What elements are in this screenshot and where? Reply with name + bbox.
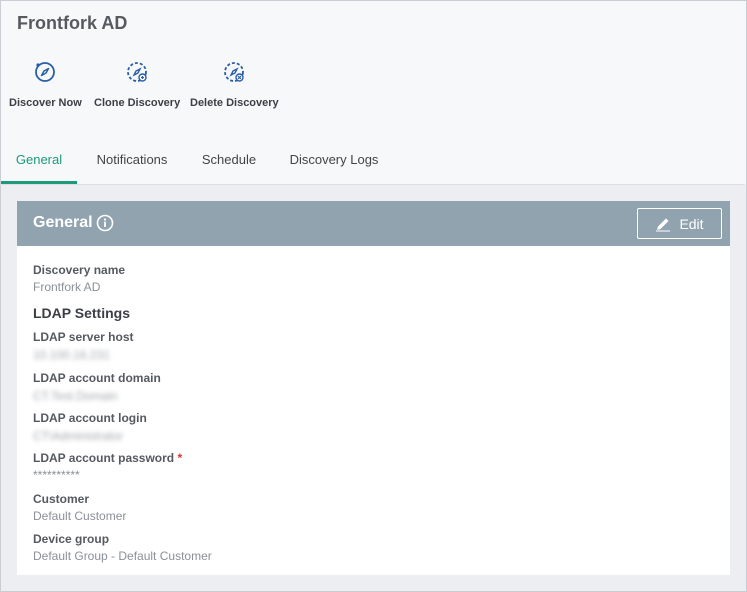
ldap-server-host-value: 10.100.16.231 xyxy=(33,348,110,362)
clone-discovery-icon xyxy=(127,62,147,82)
device-group-value: Default Group - Default Customer xyxy=(33,549,212,563)
discover-now-button[interactable]: Discover Now xyxy=(9,58,82,109)
ldap-account-password-value: ********** xyxy=(33,468,80,482)
discovery-name-label: Discovery name xyxy=(33,263,126,277)
toolbar: Discover Now Clone Discovery Delete Disc… xyxy=(0,58,747,118)
ldap-account-domain-value: CT.Test.Domain xyxy=(33,389,118,403)
info-icon[interactable] xyxy=(96,214,114,232)
page-title: Frontfork AD xyxy=(17,13,128,33)
ldap-settings-heading: LDAP Settings xyxy=(33,305,130,321)
edit-button[interactable]: Edit xyxy=(637,208,722,239)
compass-icon xyxy=(35,62,56,82)
required-marker: * xyxy=(177,451,183,465)
delete-discovery-button[interactable]: Delete Discovery xyxy=(190,58,279,109)
tab-discovery-logs[interactable]: Discovery Logs xyxy=(282,140,386,184)
ldap-server-host-label: LDAP server host xyxy=(33,330,134,344)
clone-discovery-label: Clone Discovery xyxy=(94,97,181,109)
ldap-account-login-label: LDAP account login xyxy=(33,411,147,425)
ldap-account-login-value: CT\Administrator xyxy=(33,429,124,443)
ldap-account-password-label: LDAP account password * xyxy=(33,451,182,465)
discovery-name-value: Frontfork AD xyxy=(33,280,101,294)
device-group-label: Device group xyxy=(33,532,110,546)
discover-now-label: Discover Now xyxy=(9,97,82,109)
delete-discovery-label: Delete Discovery xyxy=(190,97,279,109)
ldap-account-domain-label: LDAP account domain xyxy=(33,371,161,385)
tab-bar: General Notifications Schedule Discovery… xyxy=(0,140,745,185)
panel-header: General Edit xyxy=(17,201,730,246)
customer-label: Customer xyxy=(33,492,90,506)
tab-general[interactable]: General xyxy=(1,140,77,184)
tab-schedule[interactable]: Schedule xyxy=(194,140,264,184)
tab-notifications[interactable]: Notifications xyxy=(88,140,176,184)
delete-discovery-icon xyxy=(224,62,245,82)
customer-value: Default Customer xyxy=(33,509,127,523)
edit-label: Edit xyxy=(679,215,704,232)
general-panel: General Edit Discovery name Frontfork AD… xyxy=(17,201,730,575)
panel-title: General xyxy=(33,214,93,231)
password-label-text: LDAP account password xyxy=(33,451,175,465)
edit-pencil-icon xyxy=(656,218,671,231)
clone-discovery-button[interactable]: Clone Discovery xyxy=(94,58,180,109)
